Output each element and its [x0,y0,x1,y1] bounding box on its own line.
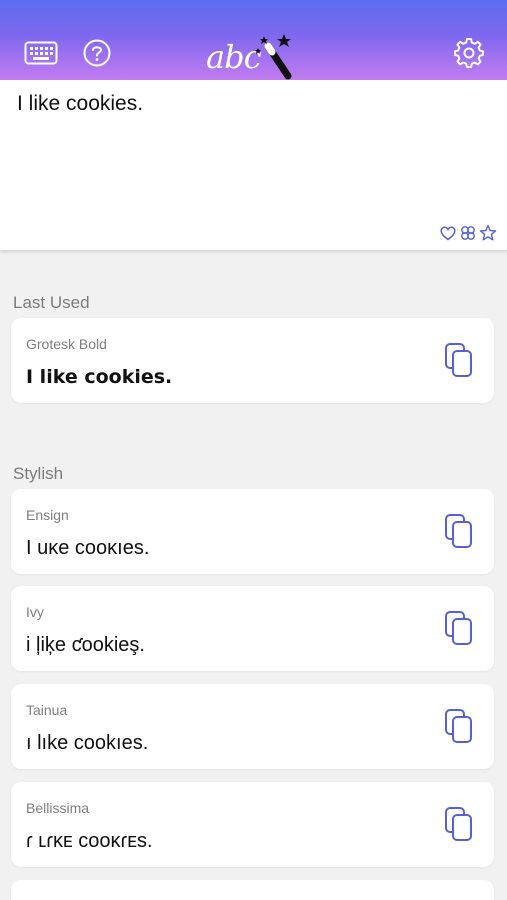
font-sample: I like cookies. [26,366,173,388]
app-logo: abc [204,30,304,82]
copy-icon[interactable] [444,708,474,744]
decoration-icons[interactable] [439,224,497,242]
font-name: Bellissima [26,800,90,816]
magic-wand-icon [255,34,292,80]
input-text[interactable]: I like cookies. [17,92,143,116]
text-input-area[interactable]: I like cookies. [0,80,507,250]
section-label-stylish: Stylish [13,464,64,483]
help-icon [83,39,111,67]
section-label-last-used: Last Used [13,293,90,312]
copy-icon[interactable] [444,342,474,378]
help-button[interactable] [80,36,114,70]
star-icon[interactable] [479,224,497,242]
font-card[interactable]: Ensign I uĸe cooĸıes. [11,489,494,574]
font-card[interactable]: Tainua ı lıke cookıes. [11,684,494,769]
settings-button[interactable] [452,36,486,70]
font-name: Ensign [26,507,69,523]
copy-icon[interactable] [444,610,474,646]
gear-icon [454,38,484,68]
copy-icon[interactable] [444,513,474,549]
heart-icon[interactable] [439,224,457,242]
app-header: abc [0,0,507,80]
clover-icon[interactable] [459,224,477,242]
font-name: Ivy [26,604,44,620]
font-card[interactable] [11,880,494,900]
font-name: Grotesk Bold [26,336,107,352]
font-card[interactable]: Ivy i ļiķe ƈookieş. [11,586,494,671]
font-name: Tainua [26,702,68,718]
keyboard-icon [24,41,58,65]
keyboard-button[interactable] [24,36,58,70]
font-sample: I uĸe cooĸıes. [26,537,150,559]
font-sample: i ļiķe ƈookieş. [26,634,145,656]
font-sample: ɾ ʟɾĸᴇ ᴄᴏᴏĸɾᴇs. [26,830,153,852]
font-sample: ı lıke cookıes. [26,732,149,754]
font-card[interactable]: Grotesk Bold I like cookies. [11,318,494,403]
copy-icon[interactable] [444,806,474,842]
font-card[interactable]: Bellissima ɾ ʟɾĸᴇ ᴄᴏᴏĸɾᴇs. [11,782,494,867]
logo-text: abc [206,38,261,76]
